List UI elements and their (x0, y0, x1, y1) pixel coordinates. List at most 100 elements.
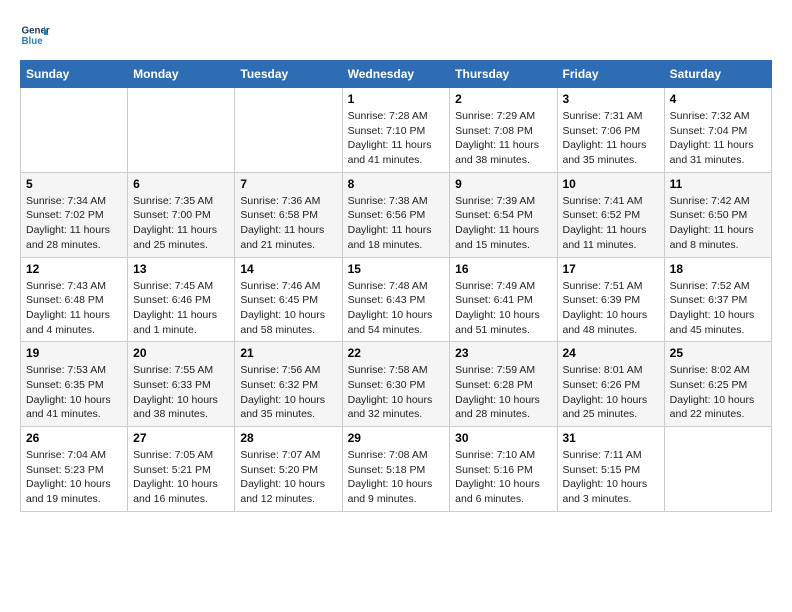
calendar-cell: 21Sunrise: 7:56 AMSunset: 6:32 PMDayligh… (235, 342, 342, 427)
day-number: 5 (26, 177, 122, 191)
day-info: Sunrise: 7:53 AMSunset: 6:35 PMDaylight:… (26, 363, 122, 422)
day-number: 11 (670, 177, 766, 191)
day-info: Sunrise: 7:59 AMSunset: 6:28 PMDaylight:… (455, 363, 551, 422)
page-header: General Blue (20, 20, 772, 50)
day-header-monday: Monday (128, 61, 235, 88)
day-info: Sunrise: 7:11 AMSunset: 5:15 PMDaylight:… (563, 448, 659, 507)
day-number: 19 (26, 346, 122, 360)
day-number: 16 (455, 262, 551, 276)
day-number: 24 (563, 346, 659, 360)
calendar-cell: 12 Sunrise: 7:43 AMSunset: 6:48 PMDayligh… (21, 257, 128, 342)
day-number: 21 (240, 346, 336, 360)
day-info: Sunrise: 7:51 AMSunset: 6:39 PMDaylight:… (563, 279, 659, 338)
day-number: 17 (563, 262, 659, 276)
logo: General Blue (20, 20, 54, 50)
calendar-cell: 25 Sunrise: 8:02 AMSunset: 6:25 PMDayligh… (664, 342, 771, 427)
day-number: 13 (133, 262, 229, 276)
day-header-tuesday: Tuesday (235, 61, 342, 88)
day-info: Sunrise: 7:49 AMSunset: 6:41 PMDaylight:… (455, 279, 551, 338)
calendar-cell: 16 Sunrise: 7:49 AMSunset: 6:41 PMDayligh… (450, 257, 557, 342)
calendar-cell: 28Sunrise: 7:07 AMSunset: 5:20 PMDayligh… (235, 427, 342, 512)
calendar-cell: 8 Sunrise: 7:38 AMSunset: 6:56 PMDaylight… (342, 172, 450, 257)
day-info: Sunrise: 7:46 AMSunset: 6:45 PMDaylight:… (240, 279, 336, 338)
day-info: Sunrise: 7:55 AMSunset: 6:33 PMDaylight:… (133, 363, 229, 422)
day-number: 23 (455, 346, 551, 360)
day-info: Sunrise: 7:45 AMSunset: 6:46 PMDaylight:… (133, 279, 229, 338)
calendar-cell: 27 Sunrise: 7:05 AMSunset: 5:21 PMDayligh… (128, 427, 235, 512)
calendar-cell (664, 427, 771, 512)
day-header-saturday: Saturday (664, 61, 771, 88)
calendar-cell: 23 Sunrise: 7:59 AMSunset: 6:28 PMDayligh… (450, 342, 557, 427)
day-info: Sunrise: 7:05 AMSunset: 5:21 PMDaylight:… (133, 448, 229, 507)
day-number: 7 (240, 177, 336, 191)
day-info: Sunrise: 7:07 AMSunset: 5:20 PMDaylight:… (240, 448, 336, 507)
calendar-cell: 30Sunrise: 7:10 AMSunset: 5:16 PMDayligh… (450, 427, 557, 512)
day-info: Sunrise: 7:52 AMSunset: 6:37 PMDaylight:… (670, 279, 766, 338)
day-info: Sunrise: 7:39 AMSunset: 6:54 PMDaylight:… (455, 194, 551, 253)
day-info: Sunrise: 7:42 AMSunset: 6:50 PMDaylight:… (670, 194, 766, 253)
calendar-cell: 3 Sunrise: 7:31 AMSunset: 7:06 PMDaylight… (557, 88, 664, 173)
day-info: Sunrise: 7:41 AMSunset: 6:52 PMDaylight:… (563, 194, 659, 253)
logo-icon: General Blue (20, 20, 50, 50)
calendar-cell: 24 Sunrise: 8:01 AMSunset: 6:26 PMDayligh… (557, 342, 664, 427)
day-info: Sunrise: 7:28 AMSunset: 7:10 PMDaylight:… (348, 109, 445, 168)
day-info: Sunrise: 7:04 AMSunset: 5:23 PMDaylight:… (26, 448, 122, 507)
day-header-thursday: Thursday (450, 61, 557, 88)
calendar-cell (128, 88, 235, 173)
day-info: Sunrise: 7:32 AMSunset: 7:04 PMDaylight:… (670, 109, 766, 168)
day-header-wednesday: Wednesday (342, 61, 450, 88)
calendar-cell: 22 Sunrise: 7:58 AMSunset: 6:30 PMDayligh… (342, 342, 450, 427)
day-info: Sunrise: 8:01 AMSunset: 6:26 PMDaylight:… (563, 363, 659, 422)
svg-text:Blue: Blue (22, 36, 44, 47)
day-header-friday: Friday (557, 61, 664, 88)
day-number: 27 (133, 431, 229, 445)
calendar-cell: 26 Sunrise: 7:04 AMSunset: 5:23 PMDayligh… (21, 427, 128, 512)
calendar-cell: 19 Sunrise: 7:53 AMSunset: 6:35 PMDayligh… (21, 342, 128, 427)
day-number: 2 (455, 92, 551, 106)
day-info: Sunrise: 7:35 AMSunset: 7:00 PMDaylight:… (133, 194, 229, 253)
day-number: 31 (563, 431, 659, 445)
day-number: 20 (133, 346, 229, 360)
day-number: 8 (348, 177, 445, 191)
day-info: Sunrise: 7:31 AMSunset: 7:06 PMDaylight:… (563, 109, 659, 168)
calendar-cell (21, 88, 128, 173)
calendar-cell: 18 Sunrise: 7:52 AMSunset: 6:37 PMDayligh… (664, 257, 771, 342)
calendar-cell: 29 Sunrise: 7:08 AMSunset: 5:18 PMDayligh… (342, 427, 450, 512)
day-number: 22 (348, 346, 445, 360)
day-number: 14 (240, 262, 336, 276)
calendar-cell: 31 Sunrise: 7:11 AMSunset: 5:15 PMDayligh… (557, 427, 664, 512)
calendar-cell: 14 Sunrise: 7:46 AMSunset: 6:45 PMDayligh… (235, 257, 342, 342)
day-info: Sunrise: 7:08 AMSunset: 5:18 PMDaylight:… (348, 448, 445, 507)
calendar-cell (235, 88, 342, 173)
day-info: Sunrise: 8:02 AMSunset: 6:25 PMDaylight:… (670, 363, 766, 422)
day-info: Sunrise: 7:43 AMSunset: 6:48 PMDaylight:… (26, 279, 122, 338)
calendar-cell: 7 Sunrise: 7:36 AMSunset: 6:58 PMDaylight… (235, 172, 342, 257)
day-number: 25 (670, 346, 766, 360)
day-number: 29 (348, 431, 445, 445)
calendar-header: SundayMondayTuesdayWednesdayThursdayFrid… (21, 61, 772, 88)
day-number: 3 (563, 92, 659, 106)
day-number: 30 (455, 431, 551, 445)
calendar-cell: 2 Sunrise: 7:29 AMSunset: 7:08 PMDaylight… (450, 88, 557, 173)
calendar-cell: 4 Sunrise: 7:32 AMSunset: 7:04 PMDaylight… (664, 88, 771, 173)
day-number: 12 (26, 262, 122, 276)
day-number: 1 (348, 92, 445, 106)
calendar-cell: 20 Sunrise: 7:55 AMSunset: 6:33 PMDayligh… (128, 342, 235, 427)
day-info: Sunrise: 7:34 AMSunset: 7:02 PMDaylight:… (26, 194, 122, 253)
day-info: Sunrise: 7:48 AMSunset: 6:43 PMDaylight:… (348, 279, 445, 338)
day-number: 18 (670, 262, 766, 276)
day-number: 4 (670, 92, 766, 106)
calendar-table: SundayMondayTuesdayWednesdayThursdayFrid… (20, 60, 772, 512)
day-number: 26 (26, 431, 122, 445)
day-info: Sunrise: 7:58 AMSunset: 6:30 PMDaylight:… (348, 363, 445, 422)
day-info: Sunrise: 7:36 AMSunset: 6:58 PMDaylight:… (240, 194, 336, 253)
calendar-cell: 9Sunrise: 7:39 AMSunset: 6:54 PMDaylight… (450, 172, 557, 257)
calendar-cell: 13 Sunrise: 7:45 AMSunset: 6:46 PMDayligh… (128, 257, 235, 342)
calendar-cell: 11 Sunrise: 7:42 AMSunset: 6:50 PMDayligh… (664, 172, 771, 257)
calendar-cell: 17 Sunrise: 7:51 AMSunset: 6:39 PMDayligh… (557, 257, 664, 342)
day-info: Sunrise: 7:38 AMSunset: 6:56 PMDaylight:… (348, 194, 445, 253)
calendar-cell: 10Sunrise: 7:41 AMSunset: 6:52 PMDayligh… (557, 172, 664, 257)
day-header-sunday: Sunday (21, 61, 128, 88)
day-info: Sunrise: 7:29 AMSunset: 7:08 PMDaylight:… (455, 109, 551, 168)
calendar-cell: 1 Sunrise: 7:28 AMSunset: 7:10 PMDaylight… (342, 88, 450, 173)
